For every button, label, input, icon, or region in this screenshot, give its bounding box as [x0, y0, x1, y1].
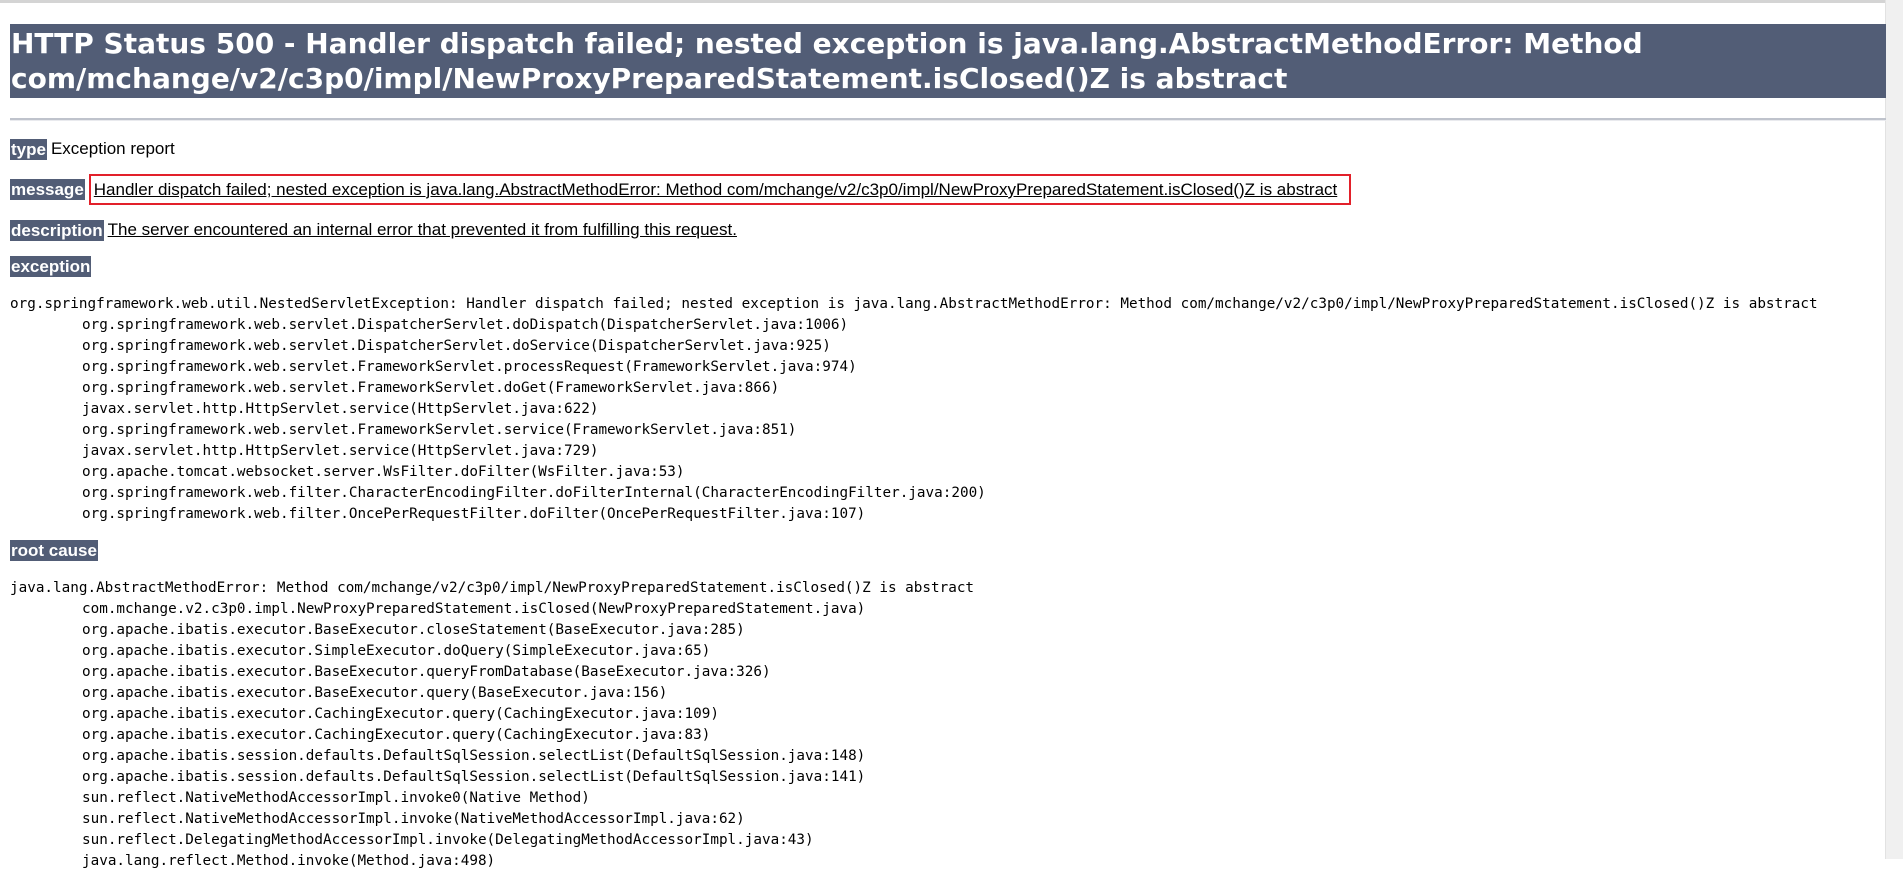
- exception-row: exception: [10, 256, 1886, 277]
- exception-frames: org.springframework.web.servlet.Dispatch…: [10, 315, 1886, 525]
- stack-frame: sun.reflect.NativeMethodAccessorImpl.inv…: [82, 811, 745, 827]
- stack-frame: javax.servlet.http.HttpServlet.service(H…: [82, 401, 599, 417]
- exception-stacktrace: org.springframework.web.util.NestedServl…: [10, 294, 1886, 525]
- stack-frame: org.springframework.web.servlet.Dispatch…: [82, 338, 831, 354]
- stack-frame: sun.reflect.DelegatingMethodAccessorImpl…: [82, 832, 814, 848]
- stack-frame: org.springframework.web.servlet.Framewor…: [82, 359, 857, 375]
- vertical-scrollbar[interactable]: [1885, 0, 1903, 859]
- message-label: message: [10, 179, 85, 200]
- stack-frame: org.apache.ibatis.session.defaults.Defau…: [82, 748, 866, 764]
- stack-frame: org.apache.ibatis.executor.BaseExecutor.…: [82, 685, 668, 701]
- page-title: HTTP Status 500 - Handler dispatch faile…: [10, 24, 1886, 98]
- stack-frame: org.springframework.web.filter.Character…: [82, 485, 986, 501]
- stack-frame: java.lang.reflect.Method.invoke(Method.j…: [82, 853, 496, 869]
- type-row: type Exception report: [10, 138, 1886, 160]
- type-value: Exception report: [50, 139, 175, 158]
- type-label: type: [10, 138, 47, 160]
- browser-top-border: [0, 0, 1903, 3]
- stack-frame: org.apache.ibatis.executor.BaseExecutor.…: [82, 664, 771, 680]
- error-page: { "title": "HTTP Status 500 - Handler di…: [0, 0, 1903, 869]
- stack-frame: org.apache.ibatis.executor.CachingExecut…: [82, 706, 719, 722]
- exception-label: exception: [10, 256, 92, 277]
- stack-frame: org.springframework.web.servlet.Framewor…: [82, 380, 780, 396]
- stack-frame: sun.reflect.NativeMethodAccessorImpl.inv…: [82, 790, 590, 806]
- message-value: Handler dispatch failed; nested exceptio…: [93, 180, 1338, 199]
- exception-head: org.springframework.web.util.NestedServl…: [10, 296, 1818, 312]
- root-cause-head: java.lang.AbstractMethodError: Method co…: [10, 580, 975, 596]
- root-cause-label: root cause: [10, 540, 98, 561]
- stack-frame: org.springframework.web.servlet.Framewor…: [82, 422, 797, 438]
- stack-frame: org.apache.ibatis.executor.BaseExecutor.…: [82, 622, 745, 638]
- message-highlight-box: Handler dispatch failed; nested exceptio…: [88, 174, 1352, 205]
- stack-frame: org.apache.ibatis.executor.CachingExecut…: [82, 727, 711, 743]
- message-row: message Handler dispatch failed; nested …: [10, 174, 1886, 205]
- stack-frame: org.springframework.web.filter.OncePerRe…: [82, 506, 866, 522]
- stack-frame: org.apache.ibatis.executor.SimpleExecuto…: [82, 643, 711, 659]
- description-label: description: [10, 219, 104, 241]
- description-row: description The server encountered an in…: [10, 219, 1886, 241]
- root-cause-stacktrace: java.lang.AbstractMethodError: Method co…: [10, 578, 1886, 872]
- stack-frame: javax.servlet.http.HttpServlet.service(H…: [82, 443, 599, 459]
- stack-frame: org.apache.ibatis.session.defaults.Defau…: [82, 769, 866, 785]
- root-cause-frames: com.mchange.v2.c3p0.impl.NewProxyPrepare…: [10, 599, 1886, 872]
- stack-frame: org.apache.tomcat.websocket.server.WsFil…: [82, 464, 685, 480]
- divider: [10, 118, 1886, 121]
- error-content: HTTP Status 500 - Handler dispatch faile…: [10, 24, 1886, 872]
- description-value: The server encountered an internal error…: [107, 220, 737, 239]
- root-cause-row: root cause: [10, 540, 1886, 561]
- stack-frame: org.springframework.web.servlet.Dispatch…: [82, 317, 849, 333]
- stack-frame: com.mchange.v2.c3p0.impl.NewProxyPrepare…: [82, 601, 866, 617]
